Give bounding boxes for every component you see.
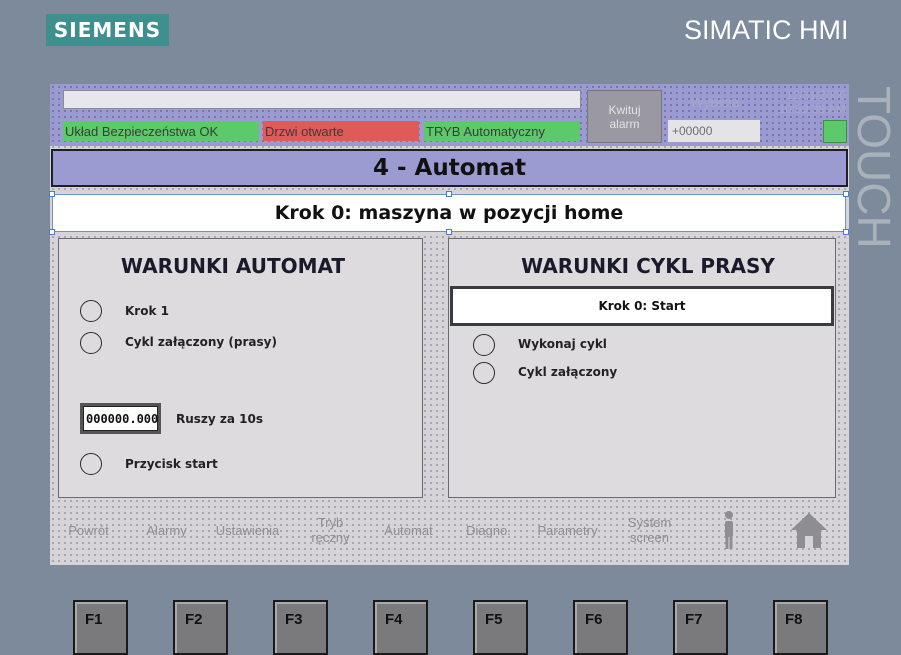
- alarm-message-line[interactable]: [63, 90, 581, 109]
- fkey-label: F2: [185, 611, 203, 628]
- panel-title-cykl-prasy: WARUNKI CYKL PRASY: [521, 254, 775, 278]
- product-name: SIMATIC HMI: [684, 14, 849, 45]
- counter-value: +00000: [668, 120, 760, 142]
- selection-handle: [843, 229, 849, 235]
- f6-key[interactable]: F6: [573, 600, 628, 655]
- nav-label: Automat: [384, 522, 433, 538]
- selection-handle: [446, 191, 452, 197]
- acknowledge-alarm-button[interactable]: Kwituj alarm: [587, 90, 662, 143]
- nav-alarmy-button[interactable]: Alarmy: [128, 501, 205, 559]
- nav-diagno-button[interactable]: Diagno.: [450, 501, 527, 559]
- panel-title-automat: WARUNKI AUTOMAT: [120, 254, 346, 278]
- nav-parametry-button[interactable]: Parametry: [529, 501, 606, 559]
- nav-user-button[interactable]: [690, 501, 767, 559]
- nav-label: Diagno.: [466, 522, 511, 538]
- selection-handle: [49, 191, 55, 197]
- nav-ustawienia-button[interactable]: Ustawienia: [209, 501, 286, 559]
- status-indicator-led: [823, 120, 847, 143]
- nav-label: Powrót: [68, 522, 109, 538]
- counter-label: Wybicia: [690, 94, 740, 110]
- date-text: 12/31/2000: [785, 88, 846, 102]
- indicator-label: Cykl załączony (prasy): [125, 335, 277, 349]
- fkey-label: F6: [585, 611, 603, 628]
- fkey-label: F8: [785, 611, 803, 628]
- nav-label: Alarmy: [146, 522, 187, 538]
- indicator-krok1-icon: [80, 300, 102, 322]
- f5-key[interactable]: F5: [473, 600, 528, 655]
- nav-powrot-button[interactable]: Powrót: [50, 501, 127, 559]
- fkey-label: F4: [385, 611, 403, 628]
- selection-handle: [49, 229, 55, 235]
- timer-io-field[interactable]: 000000.000: [80, 403, 161, 434]
- nav-label: System screen: [627, 515, 672, 545]
- time-text: 10:59:39 AM: [778, 102, 846, 116]
- status-safety-ok: Układ Bezpieczeństwa OK: [63, 121, 259, 141]
- f8-key[interactable]: F8: [773, 600, 828, 655]
- touch-label: TOUCH: [848, 86, 900, 249]
- home-icon: [790, 513, 827, 548]
- indicator-cykl-zalaczony-icon: [473, 362, 495, 384]
- indicator-label: Wykonaj cykl: [518, 337, 607, 351]
- indicator-start-button-icon: [80, 453, 102, 475]
- selection-handle: [843, 191, 849, 197]
- indicator-label: Cykl załączony: [518, 365, 618, 379]
- indicator-cykl-prasy-icon: [80, 332, 102, 354]
- f4-key[interactable]: F4: [373, 600, 428, 655]
- step-display: Krok 0: maszyna w pozycji home: [52, 194, 846, 232]
- nav-automat-button[interactable]: Automat: [370, 501, 447, 559]
- f1-key[interactable]: F1: [73, 600, 128, 655]
- date-time-display: 12/31/2000 10:59:39 AM: [760, 88, 846, 118]
- screen-title: 4 - Automat: [51, 149, 848, 187]
- acknowledge-alarm-label: Kwituj alarm: [608, 102, 641, 131]
- status-mode: TRYB Automatyczny: [424, 121, 580, 141]
- fkey-label: F1: [85, 611, 103, 628]
- nav-tryb-reczny-button[interactable]: Tryb ręczny: [292, 501, 369, 559]
- f3-key[interactable]: F3: [273, 600, 328, 655]
- f7-key[interactable]: F7: [673, 600, 728, 655]
- status-door-open: Drzwi otwarte: [263, 121, 419, 141]
- indicator-label: Krok 1: [125, 304, 169, 318]
- fkey-label: F5: [485, 611, 503, 628]
- nav-label: Tryb ręczny: [311, 515, 350, 545]
- f2-key[interactable]: F2: [173, 600, 228, 655]
- timer-label: Ruszy za 10s: [176, 412, 264, 426]
- nav-system-screen-button[interactable]: System screen: [611, 501, 688, 559]
- nav-home-button[interactable]: [770, 501, 847, 559]
- user-icon: [724, 511, 733, 549]
- fkey-label: F3: [285, 611, 303, 628]
- siemens-logo: SIEMENS: [46, 14, 169, 46]
- fkey-label: F7: [685, 611, 703, 628]
- nav-label: Ustawienia: [215, 522, 280, 538]
- nav-label: Parametry: [537, 522, 598, 538]
- selection-handle: [446, 229, 452, 235]
- press-step-display: Krok 0: Start: [450, 286, 834, 326]
- indicator-wykonaj-cykl-icon: [473, 334, 495, 356]
- indicator-label: Przycisk start: [125, 457, 218, 471]
